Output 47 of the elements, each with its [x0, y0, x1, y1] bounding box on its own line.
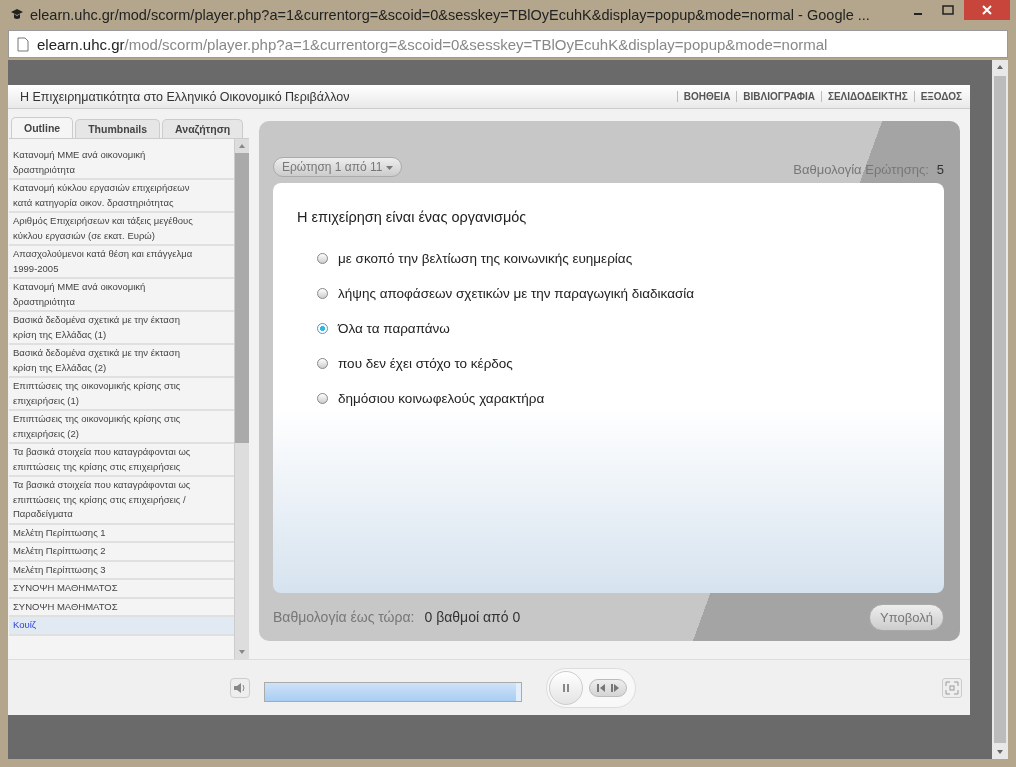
app-icon — [10, 8, 24, 22]
fullscreen-icon — [945, 680, 959, 695]
address-bar[interactable]: elearn.uhc.gr/mod/scorm/player.php?a=1&currentorg=&scoid=0&sesskey=TBlOyEcuhK&display=popup&mode=normal — [8, 30, 1008, 58]
pause-button[interactable] — [549, 670, 583, 705]
outline-item[interactable]: Μελέτη Περίπτωσης 3 — [9, 561, 234, 580]
header-link[interactable]: ΒΙΒΛΙΟΓΡΑΦΙΑ — [743, 91, 815, 102]
close-icon — [981, 4, 993, 16]
score-value: 0 βαθμοί από 0 — [424, 609, 521, 625]
answer-option[interactable]: λήψης αποφάσεων σχετικών με την παραγωγική διαδικασία — [338, 286, 695, 301]
header-link[interactable]: ΣΕΛΙΔΟΔΕΙΚΤΗΣ — [827, 91, 908, 102]
previous-icon[interactable] — [596, 682, 606, 693]
points-value: 5 — [936, 162, 944, 177]
page-scrollbar[interactable] — [992, 60, 1008, 759]
outline-item[interactable]: Κουίζ — [9, 617, 234, 636]
slide-nav-control[interactable] — [589, 678, 627, 697]
scrollbar[interactable] — [234, 139, 249, 659]
header-link[interactable]: ΒΟΗΘΕΙΑ — [683, 91, 731, 102]
window-title: elearn.uhc.gr/mod/scorm/player.php?a=1&currentorg=&scoid=0&sesskey=TBlOyEcuhK&display=popup&mode=normal - Google ... — [30, 7, 871, 23]
answer-option[interactable]: δημόσιου κοινωφελούς χαρακτήρα — [338, 391, 545, 406]
answer-option[interactable]: που δεν έχει στόχο το κέρδος — [338, 356, 513, 371]
score-label: Βαθμολογία έως τώρα: — [273, 609, 415, 625]
sidebar-tab[interactable]: Outline — [11, 117, 74, 138]
close-button[interactable] — [964, 0, 1010, 20]
radio-button[interactable] — [317, 393, 328, 404]
outline-item[interactable]: Μελέτη Περίπτωσης 2 — [9, 543, 234, 562]
maximize-icon — [942, 5, 954, 15]
sidebar-tab[interactable]: Thumbnails — [75, 119, 161, 138]
outline-item[interactable]: Μελέτη Περίπτωσης 1 — [9, 524, 234, 543]
radio-button[interactable] — [317, 288, 328, 299]
minimize-icon — [914, 13, 922, 15]
answer-option[interactable]: με σκοπό την βελτίωση της κοινωνικής ευημερίας — [338, 251, 633, 266]
page-icon — [17, 36, 29, 52]
radio-button[interactable] — [317, 323, 328, 334]
url-text: elearn.uhc.gr/mod/scorm/player.php?a=1&currentorg=&scoid=0&sesskey=TBlOyEcuhK&display=popup&mode=normal — [37, 35, 828, 53]
speaker-icon — [233, 681, 247, 694]
question-text: Η επιχείρηση είναι ένας οργανισμός — [297, 209, 528, 225]
sidebar-tab[interactable]: Αναζήτηση — [162, 119, 244, 138]
header-link[interactable]: ΕΞΟΔΟΣ — [920, 91, 962, 102]
volume-button[interactable] — [230, 677, 250, 698]
outline-item[interactable]: ΣΥΝΟΨΗ ΜΑΘΗΜΑΤΟΣ — [9, 580, 234, 599]
caret-icon — [385, 166, 393, 171]
radio-button[interactable] — [317, 358, 328, 369]
pause-icon — [561, 682, 571, 693]
radio-button[interactable] — [317, 253, 328, 264]
next-icon[interactable] — [610, 682, 620, 693]
course-title: Η Επιχειρηματικότητα στο Ελληνικό Οικονομικό Περιβάλλον — [20, 89, 350, 104]
answer-option[interactable]: Όλα τα παραπάνω — [338, 321, 450, 336]
